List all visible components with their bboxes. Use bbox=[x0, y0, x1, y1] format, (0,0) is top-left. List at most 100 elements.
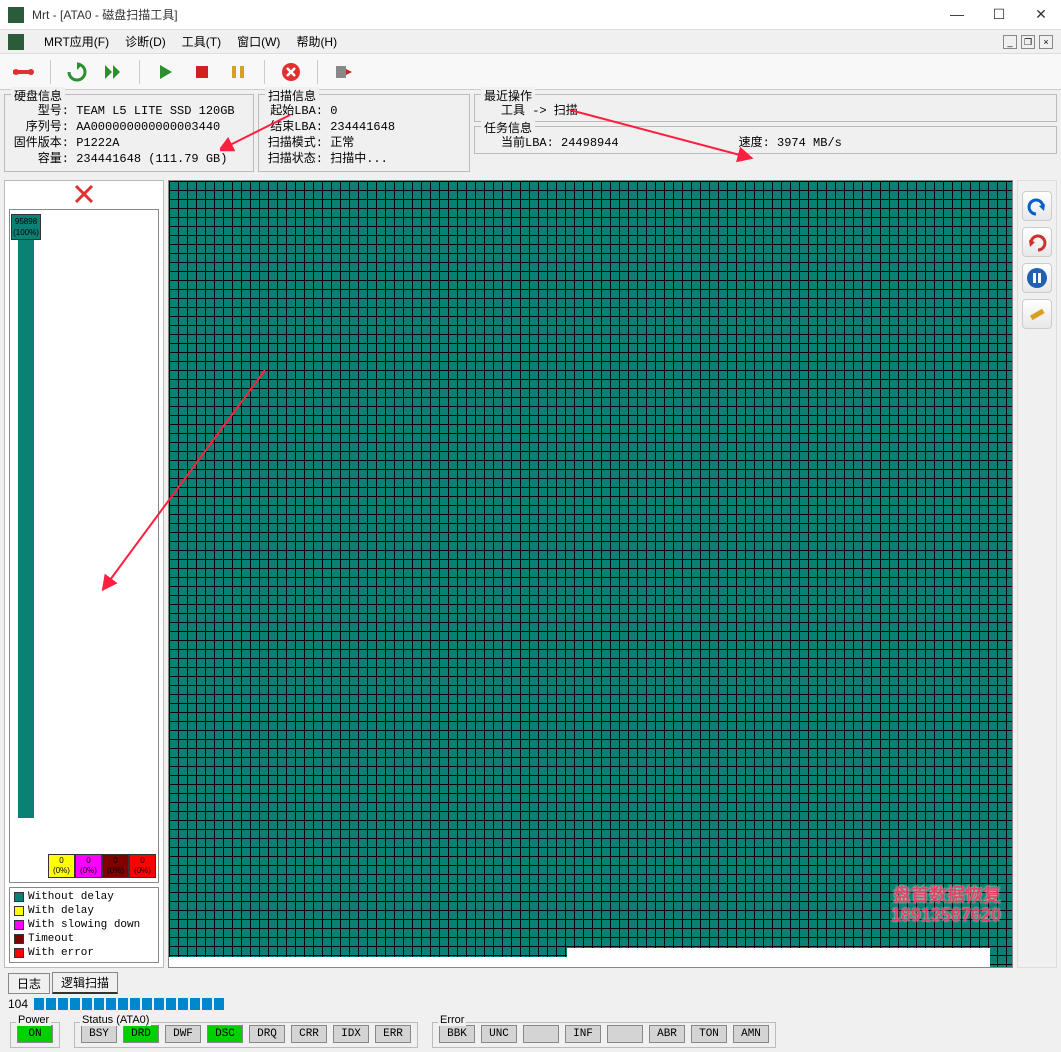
recent-op-legend: 最近操作 bbox=[481, 87, 535, 104]
app-icon bbox=[8, 7, 24, 23]
power-on-button[interactable]: ON bbox=[17, 1025, 53, 1043]
scan-grid bbox=[168, 180, 1013, 968]
ruler-button[interactable] bbox=[1022, 299, 1052, 329]
speed-label: 速度: bbox=[739, 135, 770, 151]
error-btn-amn[interactable]: AMN bbox=[733, 1025, 769, 1043]
cancel-button[interactable] bbox=[277, 58, 305, 86]
progress-segment bbox=[94, 998, 104, 1010]
error-btn-blank[interactable] bbox=[607, 1025, 643, 1043]
legend-item: Timeout bbox=[14, 932, 154, 946]
cur-lba-value: 24498944 bbox=[561, 135, 619, 151]
status-btn-drq[interactable]: DRQ bbox=[249, 1025, 285, 1043]
refresh-button[interactable] bbox=[63, 58, 91, 86]
export-button[interactable] bbox=[330, 58, 358, 86]
error-btn-abr[interactable]: ABR bbox=[649, 1025, 685, 1043]
progress-segment bbox=[130, 998, 140, 1010]
menu-diagnose[interactable]: 诊断(D) bbox=[117, 33, 174, 50]
disk-info-panel: 硬盘信息 型号: TEAM L5 LITE SSD 120GB 序列号: AA0… bbox=[4, 94, 254, 172]
start-lba-value: 0 bbox=[330, 103, 337, 119]
progress-segment bbox=[202, 998, 212, 1010]
legend-label: With slowing down bbox=[28, 918, 140, 932]
error-btn-inf[interactable]: INF bbox=[565, 1025, 601, 1043]
error-btn-ton[interactable]: TON bbox=[691, 1025, 727, 1043]
recent-op-panel: 最近操作 工具 -> 扫描 bbox=[474, 94, 1057, 122]
progress-segment bbox=[106, 998, 116, 1010]
pin-button[interactable] bbox=[10, 58, 38, 86]
status-btn-dsc[interactable]: DSC bbox=[207, 1025, 243, 1043]
power-group: Power ON bbox=[10, 1022, 60, 1048]
tab-logic-scan[interactable]: 逻辑扫描 bbox=[52, 972, 118, 994]
scan-state-value: 扫描中... bbox=[330, 151, 388, 167]
status-btn-bsy[interactable]: BSY bbox=[81, 1025, 117, 1043]
scan-state-label: 扫描状态: bbox=[265, 151, 323, 167]
serial-label: 序列号: bbox=[11, 119, 69, 135]
tab-log[interactable]: 日志 bbox=[8, 973, 50, 994]
right-toolbar bbox=[1017, 180, 1057, 968]
error-btn-blank[interactable] bbox=[523, 1025, 559, 1043]
status-btn-dwf[interactable]: DWF bbox=[165, 1025, 201, 1043]
redo-button[interactable] bbox=[1022, 227, 1052, 257]
progress-row: 104 bbox=[0, 994, 1061, 1014]
fast-forward-button[interactable] bbox=[99, 58, 127, 86]
progress-segment bbox=[178, 998, 188, 1010]
close-button[interactable]: ✕ bbox=[1029, 6, 1053, 23]
error-group: Error BBKUNCINFABRTONAMN bbox=[432, 1022, 776, 1048]
bar-main-body bbox=[18, 240, 34, 818]
start-lba-label: 起始LBA: bbox=[265, 103, 323, 119]
menu-tools[interactable]: 工具(T) bbox=[174, 33, 229, 50]
status-group-label: Status (ATA0) bbox=[80, 1014, 151, 1026]
progress-segment bbox=[214, 998, 224, 1010]
task-info-legend: 任务信息 bbox=[481, 119, 535, 136]
progress-segment bbox=[154, 998, 164, 1010]
error-btn-unc[interactable]: UNC bbox=[481, 1025, 517, 1043]
legend-swatch bbox=[14, 948, 24, 958]
pause-round-button[interactable] bbox=[1022, 263, 1052, 293]
window-title: Mrt - [ATA0 - 磁盘扫描工具] bbox=[32, 6, 945, 23]
menu-window[interactable]: 窗口(W) bbox=[229, 33, 288, 50]
fw-label: 固件版本: bbox=[11, 135, 69, 151]
legend-item: With slowing down bbox=[14, 918, 154, 932]
legend-label: With error bbox=[28, 946, 94, 960]
end-lba-value: 234441648 bbox=[330, 119, 395, 135]
capacity-label: 容量: bbox=[11, 151, 69, 167]
legend-item: Without delay bbox=[14, 890, 154, 904]
bar-main-label: 95898(100%) bbox=[11, 214, 41, 240]
recent-op-text: 工具 -> 扫描 bbox=[501, 103, 578, 119]
status-btn-idx[interactable]: IDX bbox=[333, 1025, 369, 1043]
legend-swatch bbox=[14, 934, 24, 944]
delay-bar-chart: 95898(100%) 0(0%)0(0%)0(0%)0(0%) bbox=[9, 209, 159, 883]
mdi-minimize[interactable]: _ bbox=[1003, 35, 1017, 49]
scan-info-legend: 扫描信息 bbox=[265, 87, 319, 104]
speed-value: 3974 MB/s bbox=[777, 135, 842, 151]
legend-item: With error bbox=[14, 946, 154, 960]
menu-mrt-app[interactable]: MRT应用(F) bbox=[36, 33, 117, 50]
status-btn-crr[interactable]: CRR bbox=[291, 1025, 327, 1043]
play-button[interactable] bbox=[152, 58, 180, 86]
right-info-stack: 最近操作 工具 -> 扫描 任务信息 当前LBA: 24498944 速度: 3… bbox=[474, 94, 1057, 172]
mdi-restore[interactable]: ❐ bbox=[1021, 35, 1035, 49]
menu-app-icon bbox=[8, 34, 24, 50]
error-group-label: Error bbox=[438, 1014, 466, 1026]
status-btn-drd[interactable]: DRD bbox=[123, 1025, 159, 1043]
pause-button[interactable] bbox=[224, 58, 252, 86]
titlebar: Mrt - [ATA0 - 磁盘扫描工具] — ☐ ✕ bbox=[0, 0, 1061, 30]
status-group: Status (ATA0) BSYDRDDWFDSCDRQCRRIDXERR bbox=[74, 1022, 418, 1048]
menu-help[interactable]: 帮助(H) bbox=[288, 33, 345, 50]
stop-button[interactable] bbox=[188, 58, 216, 86]
minimize-button[interactable]: — bbox=[945, 6, 969, 23]
undo-button[interactable] bbox=[1022, 191, 1052, 221]
error-btn-bbk[interactable]: BBK bbox=[439, 1025, 475, 1043]
legend-box: Without delayWith delayWith slowing down… bbox=[9, 887, 159, 963]
mdi-close[interactable]: × bbox=[1039, 35, 1053, 49]
scan-mode-label: 扫描模式: bbox=[265, 135, 323, 151]
end-lba-label: 结束LBA: bbox=[265, 119, 323, 135]
menubar: MRT应用(F) 诊断(D) 工具(T) 窗口(W) 帮助(H) _ ❐ × bbox=[0, 30, 1061, 54]
close-panel-button[interactable] bbox=[5, 181, 163, 207]
fw-value: P1222A bbox=[76, 135, 119, 151]
status-btn-err[interactable]: ERR bbox=[375, 1025, 411, 1043]
info-panels-row: 硬盘信息 型号: TEAM L5 LITE SSD 120GB 序列号: AA0… bbox=[0, 90, 1061, 176]
capacity-value: 234441648 (111.79 GB) bbox=[76, 151, 227, 167]
maximize-button[interactable]: ☐ bbox=[987, 6, 1011, 23]
serial-value: AA000000000000003440 bbox=[76, 119, 220, 135]
disk-info-legend: 硬盘信息 bbox=[11, 87, 65, 104]
